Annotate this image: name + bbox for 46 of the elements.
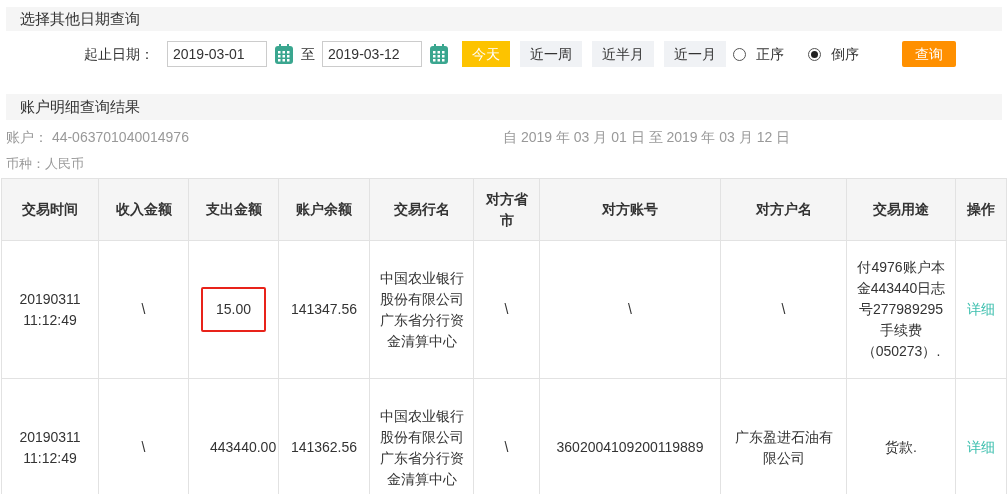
section-header: 账户明细查询结果: [6, 94, 1002, 120]
table-cell: 付4976账户本金443440日志号277989295手续费（050273）.: [856, 259, 946, 359]
radio-label: 正序: [756, 44, 784, 64]
currency-text: 币种：人民币: [6, 155, 84, 174]
column-header: 账户余额: [296, 201, 352, 217]
table-cell: 3602004109200119889: [556, 439, 704, 455]
table-cell: \: [141, 301, 146, 317]
separator-text: 至: [301, 44, 315, 64]
range-button[interactable]: 近一周: [520, 41, 582, 67]
radio-button[interactable]: [733, 47, 746, 61]
table-cell: 20190311 11:12:49: [19, 428, 81, 466]
table-cell: \: [628, 301, 632, 317]
range-button[interactable]: 近一月: [664, 41, 726, 67]
calendar-icon[interactable]: [274, 43, 294, 65]
column-header: 对方省市: [485, 190, 528, 228]
calendar-icon[interactable]: [429, 43, 449, 65]
column-header: 交易用途: [873, 201, 929, 217]
radio-button[interactable]: [808, 47, 821, 61]
table-cell: 广东盈进石油有限公司: [734, 428, 833, 466]
table-cell: 20190311 11:12:49: [19, 290, 81, 328]
range-button[interactable]: 近半月: [592, 41, 654, 67]
section-header: 选择其他日期查询: [6, 7, 1002, 31]
table-cell-text: 443440.00: [209, 438, 278, 457]
column-header: 对方户名: [755, 201, 812, 217]
table-cell: 货款.: [885, 439, 917, 455]
table-cell: 中国农业银行股份有限公司广东省分行资金清算中心: [379, 407, 464, 487]
highlighted-amount: 15.00: [200, 287, 266, 332]
period-text: 自 2019 年 03 月 01 日 至 2019 年 03 月 12 日: [503, 127, 791, 147]
end-date-field[interactable]: 2019-03-12: [322, 41, 422, 67]
column-header: 交易行名: [393, 201, 450, 217]
table-cell: \: [504, 439, 509, 455]
date-label: 起止日期：: [84, 44, 154, 64]
table-cell: 141362.56: [290, 439, 358, 455]
table-cell: \: [504, 301, 509, 317]
table-cell: \: [781, 301, 786, 317]
account-text: 账户： 44-063701040014976: [6, 127, 190, 147]
table-cell: \: [141, 439, 146, 455]
start-date-field[interactable]: 2019-03-01: [167, 41, 267, 67]
column-header: 交易时间: [22, 201, 78, 217]
table-cell: 中国农业银行股份有限公司广东省分行资金清算中心: [379, 269, 464, 349]
table-cell: 141347.56: [290, 301, 358, 317]
column-header: 操作: [967, 201, 995, 217]
column-header: 对方账号: [602, 201, 658, 217]
radio-label: 倒序: [831, 44, 859, 64]
column-header: 收入金额: [115, 201, 172, 217]
column-header: 支出金额: [205, 201, 262, 217]
